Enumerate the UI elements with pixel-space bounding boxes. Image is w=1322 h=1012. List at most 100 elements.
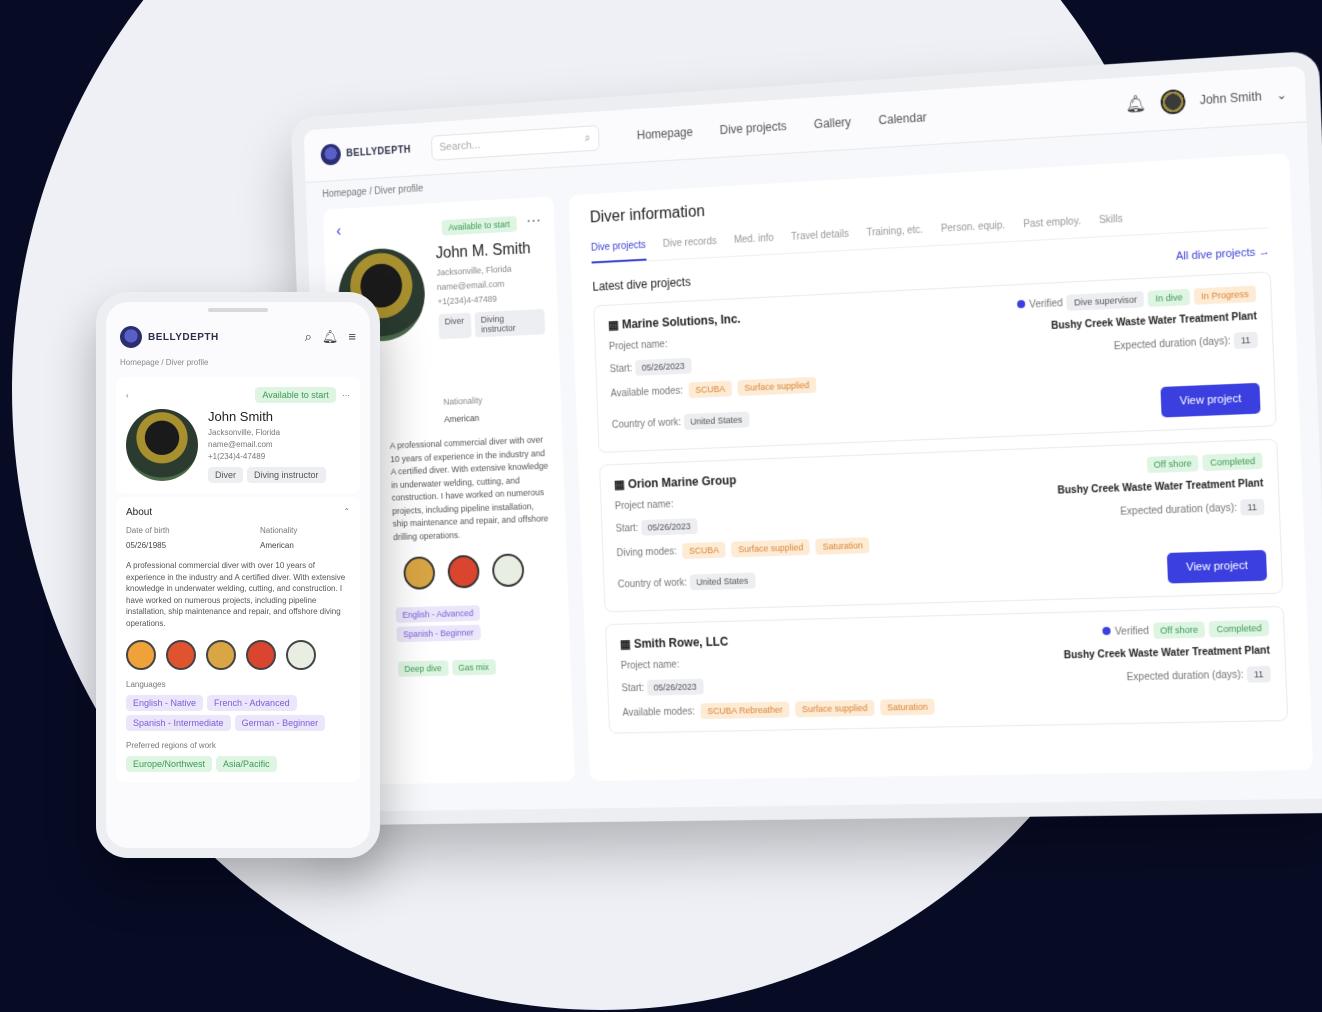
bell-icon[interactable]: 🔔︎ xyxy=(1125,93,1147,115)
chevron-down-icon[interactable]: ⌄ xyxy=(1276,88,1287,103)
start-label: Start: xyxy=(621,682,645,695)
tab-past-employ[interactable]: Past employ. xyxy=(1023,216,1081,240)
mode-tag: SCUBA xyxy=(682,541,727,559)
about-text: A professional commercial diver with ove… xyxy=(126,561,346,628)
bell-icon[interactable]: 🔔︎ xyxy=(322,329,339,345)
region-tag: Asia/Pacific xyxy=(216,755,277,772)
phone-text: +1(234)4-47489 xyxy=(437,293,498,307)
modes-label: Available modes: xyxy=(622,705,696,719)
tab-skills[interactable]: Skills xyxy=(1099,214,1124,237)
role-tag: Diving instructor xyxy=(473,308,546,338)
nav-homepage[interactable]: Homepage xyxy=(637,125,693,142)
mode-tag: SCUBA Rebreather xyxy=(700,701,790,720)
nationality-label: Nationality xyxy=(443,395,483,407)
duration-label: Expected duration (days): xyxy=(1119,502,1238,518)
back-icon[interactable]: ‹ xyxy=(336,223,341,241)
tab-dive-projects[interactable]: Dive projects xyxy=(590,239,647,264)
region-tag: Europe/Northwest xyxy=(126,755,213,772)
project-card: ▦ Marine Solutions, Inc. Verified Dive s… xyxy=(593,271,1277,453)
medal-icon xyxy=(246,639,276,670)
more-icon[interactable]: ⋯ xyxy=(342,391,350,400)
status-badge: Verified xyxy=(1114,625,1150,638)
mode-tag: Surface supplied xyxy=(737,376,817,397)
project-name: Bushy Creek Waste Water Treatment Plant xyxy=(1057,478,1264,497)
region-tags: Europe/Northwest Asia/Pacific xyxy=(126,755,350,772)
country-value: United States xyxy=(689,572,756,591)
country-label: Country of work: xyxy=(611,417,682,431)
start-label: Start: xyxy=(609,363,633,376)
tab-travel-details[interactable]: Travel details xyxy=(791,229,849,253)
phone-profile-card: ‹ Available to start ⋯ John Smith Jackso… xyxy=(116,377,360,493)
medal-icon xyxy=(126,639,156,670)
skill-tags: English - Advanced Spanish - Beginner xyxy=(395,603,557,643)
view-project-button[interactable]: View project xyxy=(1167,549,1268,584)
modes-label: Available modes: xyxy=(610,385,684,400)
medal-icon xyxy=(447,554,480,589)
phone-notch xyxy=(208,308,268,312)
nav-calendar[interactable]: Calendar xyxy=(878,110,927,127)
nav-dive-projects[interactable]: Dive projects xyxy=(719,119,787,137)
logo-icon xyxy=(320,143,342,166)
availability-badge: Available to start xyxy=(255,387,336,403)
modes-label: Diving modes: xyxy=(616,545,678,559)
role-tag: Diving instructor xyxy=(247,467,326,483)
search-input[interactable]: Search... ⌕ xyxy=(430,125,600,161)
company-name: Smith Rowe, LLC xyxy=(633,634,729,651)
diver-photo xyxy=(126,409,198,481)
certifications xyxy=(403,552,554,590)
project-label: Project name: xyxy=(620,659,680,672)
all-projects-link[interactable]: All dive projects → xyxy=(1176,246,1271,263)
chevron-up-icon[interactable]: ⌃ xyxy=(343,507,350,518)
project-card: ▦ Orion Marine Group Off shore Completed… xyxy=(599,438,1284,613)
nationality-value: American xyxy=(443,413,480,425)
breadcrumb: Homepage / Diver profile xyxy=(120,358,209,367)
status-badge: Dive supervisor xyxy=(1066,290,1145,311)
skill-tag: Gas mix xyxy=(451,659,496,676)
start-label: Start: xyxy=(615,523,639,535)
phone-navbar: BELLYDEPTH ⌕ 🔔︎ ≡ xyxy=(106,322,370,352)
nav-gallery[interactable]: Gallery xyxy=(814,115,852,131)
project-label: Project name: xyxy=(614,499,674,513)
phone-text: +1(234)4-47489 xyxy=(208,452,266,461)
start-value: 05/26/2023 xyxy=(646,678,704,696)
mode-tag: SCUBA xyxy=(688,380,733,399)
nationality-value: American xyxy=(260,541,294,550)
search-icon[interactable]: ⌕ xyxy=(305,329,312,345)
tab-med-info[interactable]: Med. info xyxy=(734,233,775,256)
brand-logo[interactable]: BELLYDEPTH xyxy=(120,326,219,348)
status-badge: Completed xyxy=(1202,452,1263,472)
diver-info-panel: Diver information Dive projects Dive rec… xyxy=(568,153,1314,782)
role-tag: Diver xyxy=(437,312,472,340)
section-title: Latest dive projects xyxy=(592,274,691,294)
tablet-device: BELLYDEPTH Search... ⌕ Homepage Dive pro… xyxy=(290,50,1322,826)
brand-logo[interactable]: BELLYDEPTH xyxy=(320,139,411,166)
duration-value: 11 xyxy=(1239,498,1265,516)
main-nav: Homepage Dive projects Gallery Calendar xyxy=(637,110,927,142)
status-badge: In dive xyxy=(1147,288,1191,308)
regions-label: Preferred regions of work xyxy=(126,740,216,750)
more-icon[interactable]: ⋯ xyxy=(526,213,542,230)
certifications xyxy=(126,639,350,670)
project-card: ▦ Smith Rowe, LLC Verified Off shore Com… xyxy=(604,605,1289,734)
role-tag: Diver xyxy=(208,467,244,483)
back-icon[interactable]: ‹ xyxy=(126,391,129,400)
status-badge: Off shore xyxy=(1152,621,1206,639)
tab-dive-records[interactable]: Dive records xyxy=(663,236,717,260)
avatar[interactable] xyxy=(1160,88,1186,115)
project-label: Project name: xyxy=(608,339,668,353)
view-project-button[interactable]: View project xyxy=(1160,382,1261,418)
user-name[interactable]: John Smith xyxy=(1199,89,1262,107)
mode-tag: Surface supplied xyxy=(794,699,875,718)
status-badge: Verified xyxy=(1029,297,1064,311)
nationality-label: Nationality xyxy=(260,526,298,535)
building-icon: ▦ xyxy=(607,317,623,333)
duration-label: Expected duration (days): xyxy=(1126,669,1244,684)
tab-person-equip[interactable]: Person. equip. xyxy=(941,220,1006,245)
start-value: 05/26/2023 xyxy=(634,357,692,376)
tab-training[interactable]: Training, etc. xyxy=(866,225,923,249)
menu-icon[interactable]: ≡ xyxy=(348,329,356,345)
country-label: Country of work: xyxy=(617,577,688,591)
email-text: name@email.com xyxy=(436,278,505,293)
verified-icon xyxy=(1102,626,1111,635)
medal-icon xyxy=(166,639,196,670)
